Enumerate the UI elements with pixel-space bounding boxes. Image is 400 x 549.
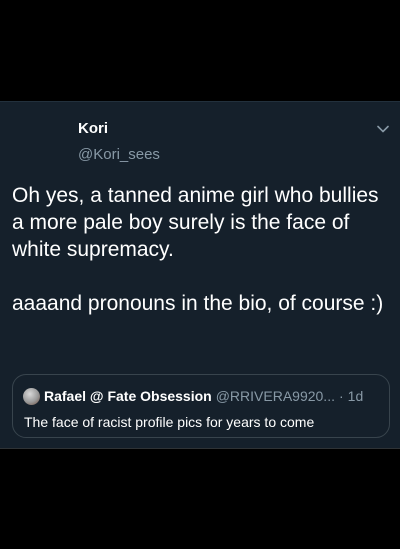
avatar[interactable] <box>23 387 40 405</box>
tweet-text-paragraph: aaaand pronouns in the bio, of course :) <box>12 292 384 315</box>
quoted-author-name: Rafael @ Fate Obsession <box>44 388 212 404</box>
tweet-text-paragraph: Oh yes, a tanned anime girl who bullies … <box>12 184 379 261</box>
tweet-author-name[interactable]: Kori <box>78 120 108 137</box>
tweet-author-handle[interactable]: @Kori_sees <box>78 146 160 163</box>
quoted-timestamp: 1d <box>347 388 364 404</box>
quoted-tweet-card[interactable]: Rafael @ Fate Obsession @RRIVERA9920... … <box>12 374 390 438</box>
quoted-tweet-text: The face of racist profile pics for year… <box>24 414 315 430</box>
chevron-down-icon[interactable] <box>376 122 390 136</box>
quoted-tweet-header: Rafael @ Fate Obsession @RRIVERA9920... … <box>23 387 381 405</box>
quoted-separator: · <box>338 388 344 404</box>
quoted-author-handle: @RRIVERA9920... <box>215 388 335 404</box>
tweet-card[interactable]: Kori @Kori_sees Oh yes, a tanned anime g… <box>0 101 400 449</box>
tweet-text: Oh yes, a tanned anime girl who bullies … <box>12 182 390 317</box>
